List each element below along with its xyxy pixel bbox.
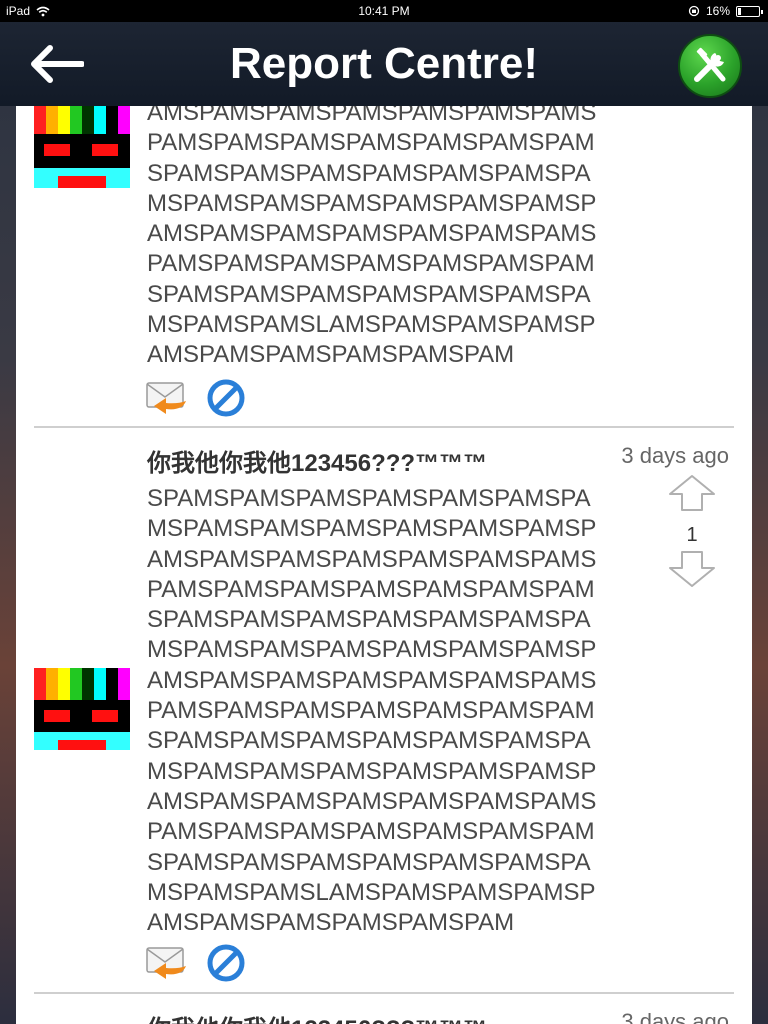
block-button[interactable]: [206, 943, 246, 983]
status-bar: iPad 10:41 PM 16%: [0, 0, 768, 22]
post-body: AMSPAMSPAMSPAMSPAMSPAMSPAMS PAMSPAMSPAMS…: [147, 106, 597, 369]
tools-icon: [694, 47, 726, 82]
report-post: AMSPAMSPAMSPAMSPAMSPAMSPAMS PAMSPAMSPAMS…: [16, 106, 752, 428]
status-time: 10:41 PM: [358, 4, 410, 18]
settings-button[interactable]: [678, 34, 742, 98]
battery-percent: 16%: [705, 4, 730, 18]
post-title: 你我他你我他123456???™™™: [147, 450, 488, 477]
battery-icon: [736, 5, 763, 17]
block-button[interactable]: [206, 378, 246, 418]
report-post: 你我他你我他123456???™™™ 3 days ago 1 SPAMSPAM…: [16, 428, 752, 994]
downvote-arrow-icon[interactable]: [668, 550, 716, 588]
post-title: 你我他你我他123456???™™™: [147, 1014, 487, 1024]
report-list: AMSPAMSPAMSPAMSPAMSPAMSPAMS PAMSPAMSPAMS…: [16, 106, 752, 1024]
rotation-lock-icon: [688, 5, 700, 17]
post-body: SPAMSPAMSPAMSPAMSPAMSPAMSPA MSPAMSPAMSPA…: [147, 485, 597, 937]
reply-button[interactable]: [146, 381, 188, 415]
vote-count: 1: [686, 524, 698, 546]
post-timestamp: 3 days ago: [621, 443, 729, 468]
navigation-bar: Report Centre!: [0, 22, 768, 106]
vote-widget: 1: [668, 474, 716, 587]
avatar: [34, 106, 130, 188]
upvote-arrow-icon[interactable]: [668, 474, 716, 512]
report-post: 你我他你我他123456???™™™ 3 days ago: [16, 994, 752, 1024]
reply-button[interactable]: [146, 946, 188, 980]
avatar: [34, 668, 130, 750]
page-title: Report Centre!: [229, 39, 539, 88]
post-timestamp: 3 days ago: [621, 1009, 729, 1024]
